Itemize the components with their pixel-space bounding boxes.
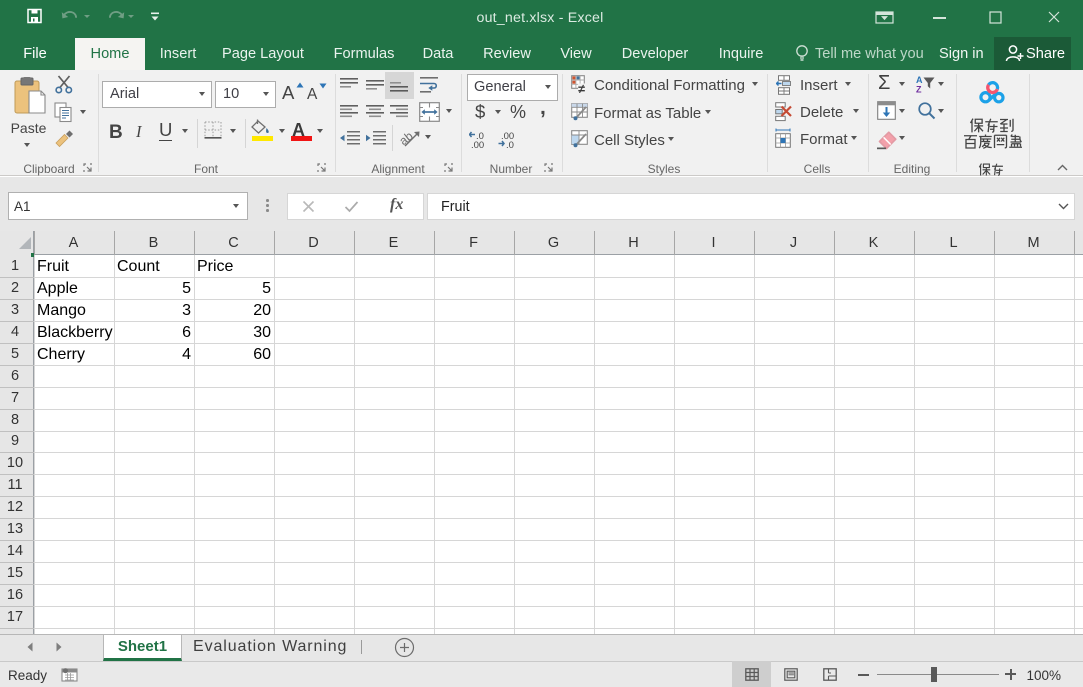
svg-text:.00: .00 (471, 140, 484, 149)
svg-text:.0: .0 (506, 140, 514, 149)
svg-text:≠: ≠ (578, 82, 585, 94)
svg-text:A: A (916, 75, 923, 85)
svg-text:Z: Z (916, 85, 922, 94)
